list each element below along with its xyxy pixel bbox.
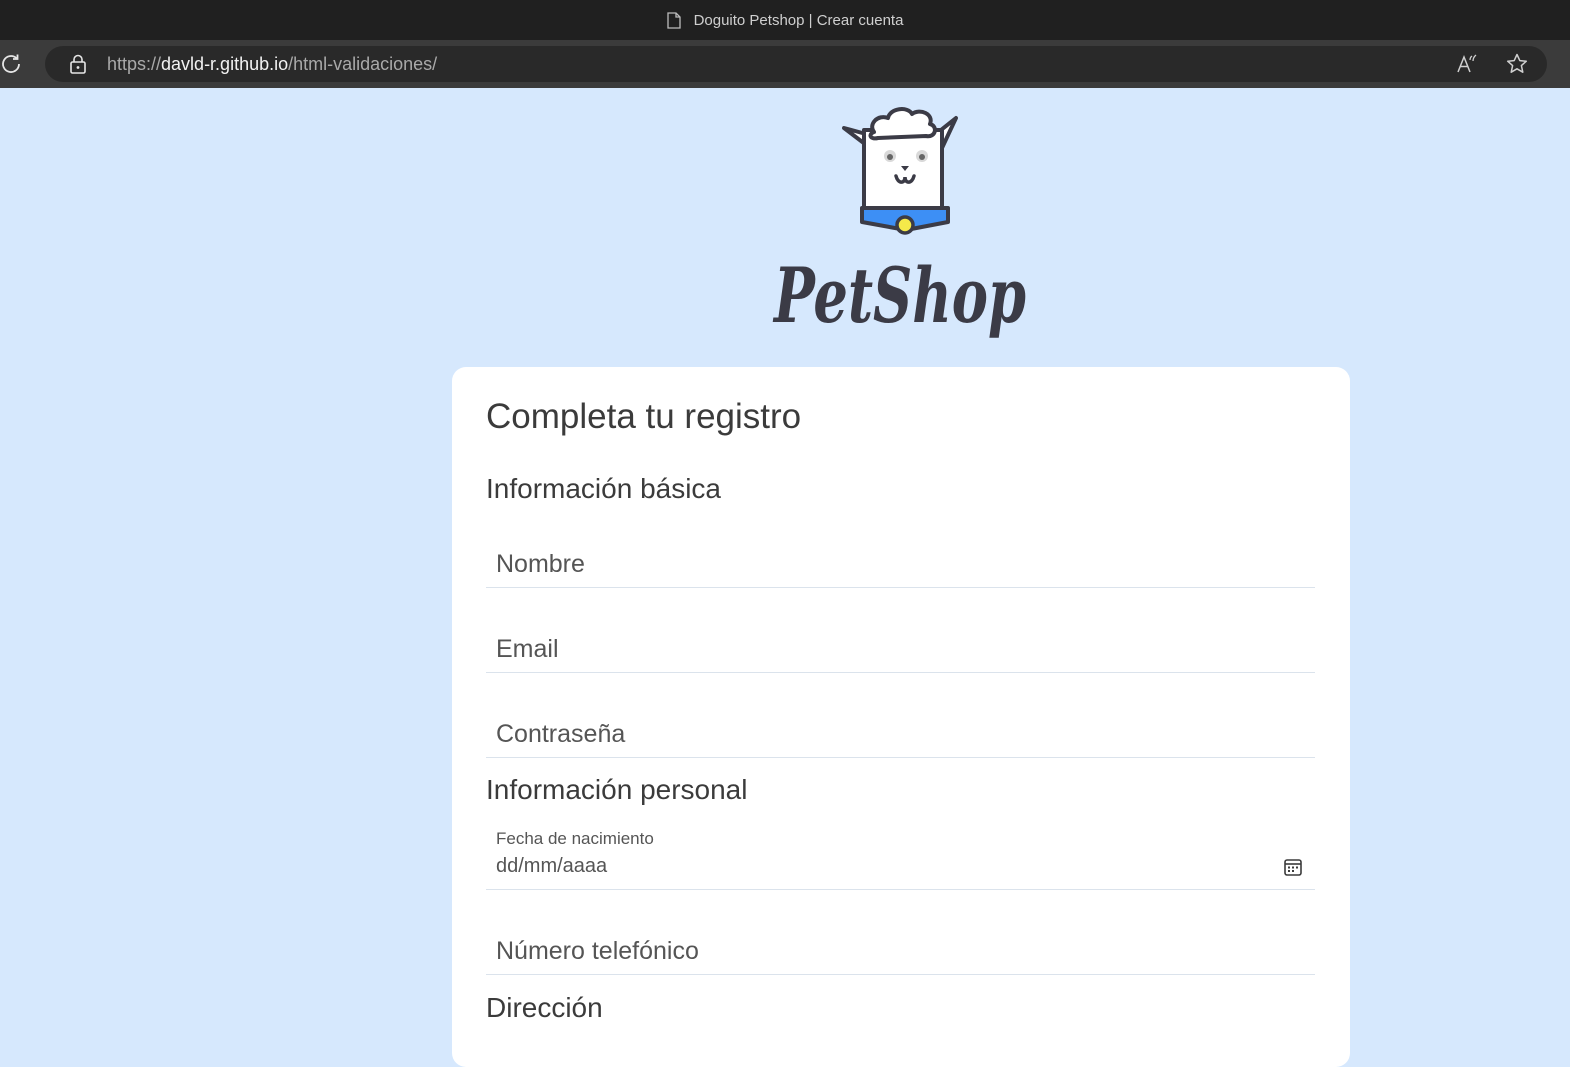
name-field[interactable]: Nombre [486, 518, 1315, 588]
section-address: Dirección [486, 992, 603, 1023]
password-placeholder: Contraseña [496, 720, 626, 748]
phone-placeholder: Número telefónico [496, 937, 699, 965]
name-placeholder: Nombre [496, 550, 585, 578]
birthdate-label: Fecha de nacimiento [496, 829, 654, 848]
phone-field[interactable]: Número telefónico [486, 905, 1315, 975]
email-placeholder: Email [496, 635, 559, 663]
url-host: davld-r.github.io [161, 54, 289, 74]
password-field[interactable]: Contraseña [486, 688, 1315, 758]
section-personal-info: Información personal [486, 774, 748, 805]
favorite-star-icon[interactable] [1505, 52, 1529, 76]
reload-icon[interactable] [0, 52, 24, 76]
url-text[interactable]: https://davld-r.github.io/html-validacio… [107, 53, 437, 75]
read-aloud-icon[interactable] [1455, 52, 1479, 76]
url-path: /html-validaciones/ [288, 54, 438, 74]
window-title: Doguito Petshop | Crear cuenta [693, 11, 904, 29]
section-basic-info: Información básica [486, 473, 722, 504]
window-titlebar: Doguito Petshop | Crear cuenta [0, 0, 1570, 40]
logo-text: PetShop [773, 251, 1026, 340]
email-field[interactable]: Email [486, 603, 1315, 673]
dog-logo-icon [842, 107, 958, 235]
petshop-logo-wordmark: PetShop [773, 251, 1026, 340]
calendar-icon[interactable] [1283, 857, 1303, 877]
document-icon [666, 11, 681, 29]
birthdate-field[interactable]: Fecha de nacimiento dd/mm/aaaa [486, 825, 1315, 890]
form-title: Completa tu registro [486, 397, 802, 436]
url-scheme: https:// [107, 54, 162, 74]
lock-icon[interactable] [69, 54, 87, 74]
birthdate-placeholder: dd/mm/aaaa [496, 855, 608, 877]
